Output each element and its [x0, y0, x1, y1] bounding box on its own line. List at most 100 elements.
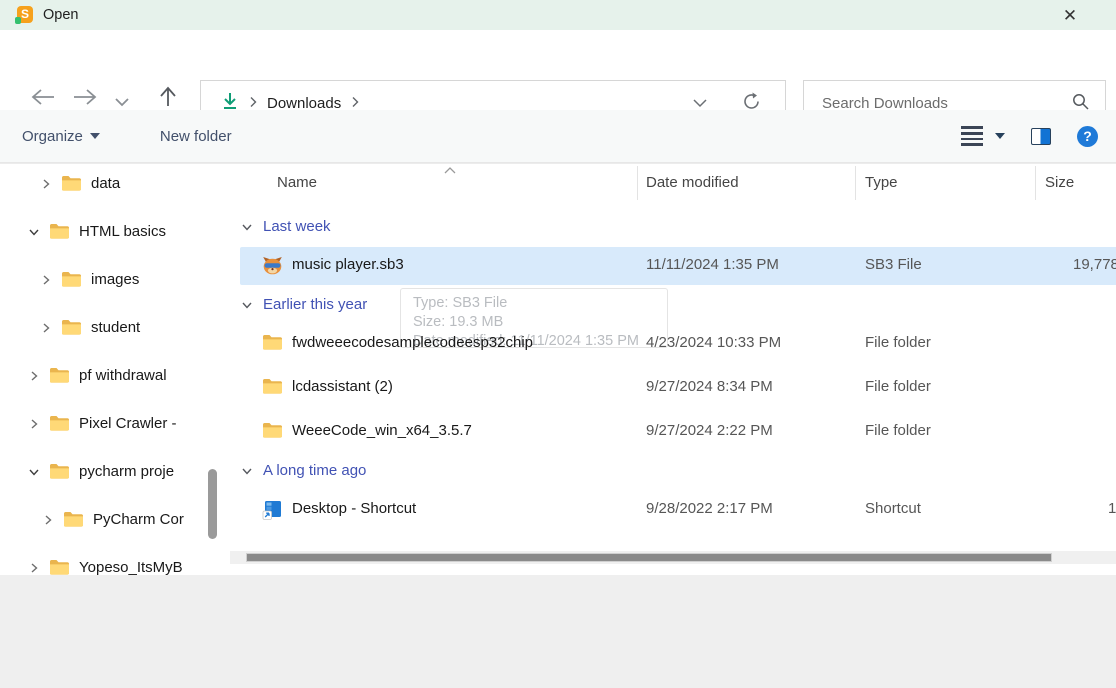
organize-button[interactable]: Organize [22, 128, 100, 145]
folder-icon [262, 378, 283, 399]
sidebar-item-pixel-crawler[interactable]: Pixel Crawler - [28, 415, 177, 432]
sidebar-item-pycharm-projects[interactable]: pycharm proje [28, 463, 174, 480]
file-date: 4/23/2024 10:33 PM [646, 334, 781, 351]
chevron-right-icon[interactable] [40, 274, 52, 286]
new-folder-label: New folder [160, 128, 232, 145]
dialog-body: data HTML basics images student pf withd [0, 163, 1116, 575]
sort-ascending-icon[interactable] [443, 164, 457, 179]
sidebar-item-label: student [91, 319, 140, 336]
command-toolbar: Organize New folder ? [0, 110, 1116, 163]
file-row-music-player[interactable]: music player.sb3 11/11/2024 1:35 PM SB3 … [230, 247, 1116, 285]
group-label: A long time ago [263, 462, 366, 479]
tooltip-type: Type: SB3 File [413, 294, 667, 313]
column-header-type[interactable]: Type [865, 174, 898, 191]
folder-icon [61, 175, 82, 192]
column-header-date-modified[interactable]: Date modified [646, 174, 739, 191]
sidebar-item-html-basics[interactable]: HTML basics [28, 223, 166, 240]
file-name: WeeeCode_win_x64_3.5.7 [292, 422, 472, 439]
file-date: 9/27/2024 2:22 PM [646, 422, 773, 439]
chevron-down-icon[interactable] [28, 227, 40, 237]
sidebar-item-label: PyCharm Cor [93, 511, 184, 528]
sidebar-item-yopeso[interactable]: Yopeso_ItsMyB [28, 559, 183, 575]
column-headers: Name Date modified Type Size [230, 164, 1116, 202]
chevron-down-icon [241, 300, 253, 310]
file-date: 9/27/2024 8:34 PM [646, 378, 773, 395]
chevron-down-icon [241, 466, 253, 476]
sidebar-item-label: Yopeso_ItsMyB [79, 559, 183, 575]
file-type: File folder [865, 422, 931, 439]
chevron-down-icon [241, 222, 253, 232]
organize-label: Organize [22, 128, 83, 145]
sidebar-item-label: HTML basics [79, 223, 166, 240]
chevron-right-icon[interactable] [28, 562, 40, 574]
column-header-name[interactable]: Name [277, 174, 317, 191]
chevron-right-icon[interactable] [40, 178, 52, 190]
file-row-weeecode[interactable]: WeeeCode_win_x64_3.5.7 9/27/2024 2:22 PM… [230, 413, 1116, 451]
file-row-fwdweeecode[interactable]: fwdweeecodesamplecodeesp32chip 4/23/2024… [230, 325, 1116, 363]
chevron-right-icon[interactable] [28, 370, 40, 382]
folder-icon [49, 223, 70, 240]
file-row-lcdassistant[interactable]: lcdassistant (2) 9/27/2024 8:34 PM File … [230, 369, 1116, 407]
close-icon[interactable]: ✕ [1058, 4, 1082, 28]
window-title: Open [43, 7, 78, 23]
horizontal-scrollbar-thumb[interactable] [246, 553, 1052, 562]
file-name: music player.sb3 [292, 256, 404, 273]
sidebar-item-label: pf withdrawal [79, 367, 167, 384]
back-arrow-icon[interactable] [30, 88, 56, 111]
preview-pane-icon[interactable] [1031, 128, 1051, 145]
file-size: 19,778 [1073, 256, 1116, 273]
sidebar-item-label: data [91, 175, 120, 192]
file-list: Name Date modified Type Size Type: SB3 F… [230, 164, 1116, 575]
chevron-right-icon[interactable] [42, 514, 54, 526]
folder-icon [262, 334, 283, 355]
column-divider[interactable] [855, 166, 856, 200]
folder-icon [49, 463, 70, 480]
help-icon[interactable]: ? [1077, 126, 1098, 147]
horizontal-scrollbar[interactable] [230, 551, 1116, 564]
new-folder-button[interactable]: New folder [160, 128, 232, 145]
sidebar-item-data[interactable]: data [40, 175, 120, 192]
chevron-right-icon[interactable] [28, 418, 40, 430]
chevron-right-icon[interactable] [40, 322, 52, 334]
file-size: 1 [1108, 500, 1116, 517]
folder-icon [49, 559, 70, 575]
column-divider[interactable] [1035, 166, 1036, 200]
file-name: Desktop - Shortcut [292, 500, 416, 517]
file-type: SB3 File [865, 256, 922, 273]
file-date: 9/28/2022 2:17 PM [646, 500, 773, 517]
navigation-bar: Downloads [0, 30, 1116, 110]
group-header-a-long-time-ago[interactable]: A long time ago [241, 462, 366, 479]
up-arrow-icon[interactable] [158, 86, 178, 113]
folder-icon [61, 271, 82, 288]
sidebar-scrollbar[interactable] [208, 469, 217, 539]
folder-icon [49, 367, 70, 384]
group-label: Earlier this year [263, 296, 367, 313]
title-bar: S Open ✕ [0, 0, 1116, 30]
folder-icon [262, 422, 283, 443]
group-header-last-week[interactable]: Last week [241, 218, 331, 235]
column-header-size[interactable]: Size [1045, 174, 1074, 191]
sidebar-item-label: images [91, 271, 139, 288]
sidebar-item-pf-withdrawal[interactable]: pf withdrawal [28, 367, 167, 384]
dialog-footer: File name: Custom Files (*.sb;*.sb2;*.sb… [0, 575, 1116, 688]
group-label: Last week [263, 218, 331, 235]
file-type: File folder [865, 334, 931, 351]
shortcut-icon [262, 500, 282, 524]
sidebar-item-images[interactable]: images [40, 271, 139, 288]
sidebar-item-label: Pixel Crawler - [79, 415, 177, 432]
view-mode-button[interactable] [961, 126, 1005, 145]
chevron-down-icon[interactable] [28, 467, 40, 477]
organize-dropdown-caret-icon [90, 133, 100, 139]
file-type: Shortcut [865, 500, 921, 517]
file-name: fwdweeecodesamplecodeesp32chip [292, 334, 533, 351]
column-divider[interactable] [637, 166, 638, 200]
folder-tree-sidebar: data HTML basics images student pf withd [0, 164, 230, 575]
sidebar-item-student[interactable]: student [40, 319, 140, 336]
group-header-earlier-this-year[interactable]: Earlier this year [241, 296, 367, 313]
sidebar-item-pycharm-community[interactable]: PyCharm Cor [42, 511, 184, 528]
sb3-file-icon [262, 256, 283, 279]
view-list-icon [961, 126, 983, 145]
forward-arrow-icon[interactable] [72, 88, 98, 111]
file-row-desktop-shortcut[interactable]: Desktop - Shortcut 9/28/2022 2:17 PM Sho… [230, 491, 1116, 529]
folder-icon [61, 319, 82, 336]
